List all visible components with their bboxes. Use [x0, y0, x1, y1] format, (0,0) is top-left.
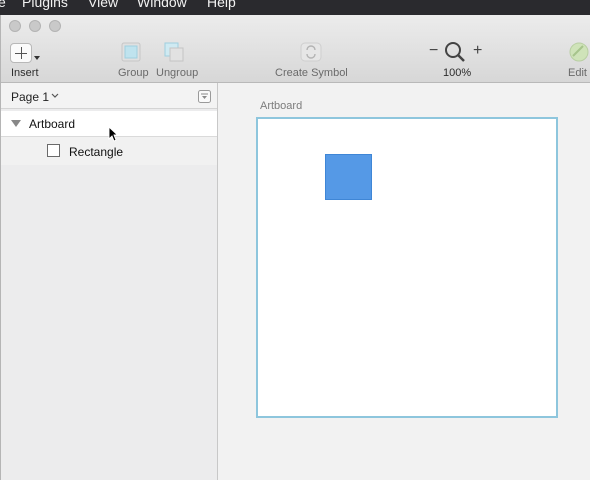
group-button-label[interactable]: Group [118, 67, 149, 79]
dropdown-chevron-icon[interactable] [51, 93, 59, 99]
menu-bar: e Plugins View Window Help [0, 0, 590, 15]
mouse-cursor-icon [108, 126, 118, 142]
ungroup-icon[interactable] [162, 41, 186, 63]
disclosure-triangle-icon[interactable] [11, 120, 21, 128]
close-window-button[interactable] [9, 20, 21, 32]
page-selector[interactable]: Page 1 [11, 90, 49, 104]
insert-button-label[interactable]: Insert [11, 67, 39, 79]
zoom-window-button[interactable] [49, 20, 61, 32]
artboard-title[interactable]: Artboard [260, 100, 302, 112]
edit-button-label[interactable]: Edit [568, 67, 587, 79]
zoom-out-button[interactable]: − [429, 42, 438, 60]
page-selector-bar: Page 1 [1, 83, 217, 109]
toolbar: Insert Group Ungroup Create Symbol − + 1… [1, 15, 590, 83]
menu-item-view[interactable]: View [88, 0, 118, 9]
zoom-in-button[interactable]: + [473, 42, 482, 60]
group-icon[interactable] [120, 41, 142, 63]
app-window: Insert Group Ungroup Create Symbol − + 1… [0, 15, 590, 480]
menu-item-plugins[interactable]: Plugins [22, 0, 68, 9]
collapse-panel-icon[interactable] [198, 90, 211, 103]
zoom-icon[interactable] [444, 41, 466, 63]
menu-item-window[interactable]: Window [137, 0, 187, 9]
layers-panel: Page 1 Artboard Rectangle [1, 83, 218, 480]
layer-name-rectangle[interactable]: Rectangle [69, 145, 123, 159]
rectangle-shape[interactable] [325, 154, 372, 200]
artboard[interactable] [256, 117, 558, 418]
edit-icon[interactable] [567, 41, 590, 63]
insert-dropdown-caret-icon[interactable] [34, 56, 40, 60]
menu-item-file-partial[interactable]: e [0, 0, 6, 9]
ungroup-button-label[interactable]: Ungroup [156, 67, 198, 79]
insert-plus-icon[interactable] [10, 43, 32, 63]
zoom-level-label: 100% [443, 67, 472, 79]
create-symbol-icon[interactable] [300, 42, 322, 62]
canvas[interactable]: Artboard [218, 83, 590, 480]
create-symbol-button-label[interactable]: Create Symbol [275, 67, 348, 79]
menu-item-help[interactable]: Help [207, 0, 236, 9]
layer-name-artboard[interactable]: Artboard [29, 117, 75, 131]
minimize-window-button[interactable] [29, 20, 41, 32]
rectangle-layer-icon [47, 144, 60, 157]
